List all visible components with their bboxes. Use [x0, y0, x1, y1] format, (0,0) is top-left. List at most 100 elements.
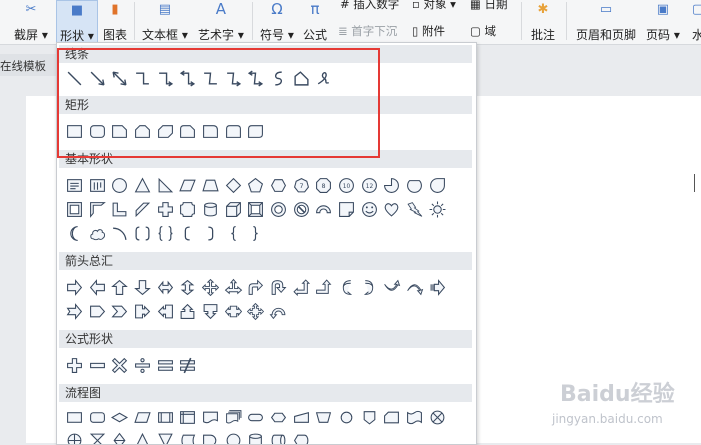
shape-up-arrow-callout[interactable]: [176, 300, 199, 322]
shape-elbow-arrow[interactable]: [154, 67, 177, 89]
shape-left-bracket[interactable]: [176, 222, 199, 244]
shape-moon[interactable]: [63, 222, 86, 244]
shape-double-arrow[interactable]: [108, 67, 131, 89]
symbol-button[interactable]: Ω 符号 ▾: [260, 0, 294, 44]
shape-flowchart-summing-junction[interactable]: [426, 406, 449, 428]
screenshot-button[interactable]: ✂ 截屏 ▾: [14, 0, 48, 44]
shape-right-triangle[interactable]: [154, 174, 177, 196]
shape-flowchart-internal-storage[interactable]: [176, 406, 199, 428]
shape-line[interactable]: [63, 67, 86, 89]
shape-round-corner-rectangle[interactable]: [199, 120, 222, 142]
shape-left-arrow-callout[interactable]: [154, 300, 177, 322]
shape-freeform[interactable]: [290, 67, 313, 89]
shape-round-diagonal-rectangle[interactable]: [245, 120, 268, 142]
shape-hexagon[interactable]: [267, 174, 290, 196]
shape-flowchart-data[interactable]: [131, 406, 154, 428]
shape-up-down-arrow[interactable]: [176, 276, 199, 298]
shape-textbox[interactable]: [63, 174, 86, 196]
field-button[interactable]: ▢ 域: [470, 23, 496, 39]
shape-rectangle[interactable]: [63, 120, 86, 142]
shape-quad-arrow-callout[interactable]: [245, 300, 268, 322]
shape-u-turn-arrow[interactable]: [267, 276, 290, 298]
formula-button[interactable]: π 公式: [303, 0, 327, 44]
shape-multiply[interactable]: [108, 354, 131, 376]
shape-flowchart-process[interactable]: [63, 406, 86, 428]
shape-circular-arrow[interactable]: [267, 300, 290, 322]
shape-curved-double-arrow[interactable]: [245, 67, 268, 89]
shape-half-frame[interactable]: [86, 198, 109, 220]
shape-flowchart-offpage-connector[interactable]: [358, 406, 381, 428]
dropcap-button[interactable]: ≣ 首字下沉: [338, 23, 397, 39]
shape-rounded-rectangle[interactable]: [86, 120, 109, 142]
shape-block-arc[interactable]: [313, 198, 336, 220]
shape-teardrop[interactable]: [426, 174, 449, 196]
online-template-tab[interactable]: 在线模板: [0, 54, 56, 76]
shape-parallelogram[interactable]: [176, 174, 199, 196]
shape-up-arrow[interactable]: [108, 276, 131, 298]
page-number-button[interactable]: ▣ 页码 ▾: [646, 0, 680, 44]
date-button[interactable]: ▦ 日期: [470, 0, 508, 12]
shape-arc[interactable]: [108, 222, 131, 244]
shape-flowchart-decision[interactable]: [108, 406, 131, 428]
shape-l-shape[interactable]: [108, 198, 131, 220]
shape-snip-same-side-rectangle[interactable]: [131, 120, 154, 142]
shape-trapezoid[interactable]: [199, 174, 222, 196]
shape-striped-right-arrow[interactable]: [426, 276, 449, 298]
shape-can[interactable]: [199, 198, 222, 220]
shape-curved-up-arrow[interactable]: [381, 276, 404, 298]
shape-right-bracket[interactable]: [199, 222, 222, 244]
shape-sun[interactable]: [426, 198, 449, 220]
shape-pentagon[interactable]: [245, 174, 268, 196]
shape-flowchart-terminator[interactable]: [245, 406, 268, 428]
shape-equal[interactable]: [154, 354, 177, 376]
shape-chord[interactable]: [403, 174, 426, 196]
shape-pie[interactable]: [381, 174, 404, 196]
shape-quad-arrow[interactable]: [199, 276, 222, 298]
shape-round-same-side-rectangle[interactable]: [222, 120, 245, 142]
shape-right-arrow-callout[interactable]: [131, 300, 154, 322]
shape-diagonal-stripe[interactable]: [131, 198, 154, 220]
shape-curved-connector[interactable]: [199, 67, 222, 89]
shape-dodecagon[interactable]: 12: [358, 174, 381, 196]
shape-button[interactable]: ■ 形状 ▾: [56, 0, 98, 44]
shape-cube[interactable]: [222, 198, 245, 220]
shape-flowchart-document[interactable]: [199, 406, 222, 428]
shape-flowchart-card[interactable]: [381, 406, 404, 428]
shape-snip-corner-rectangle[interactable]: [108, 120, 131, 142]
shape-left-brace[interactable]: [222, 222, 245, 244]
shape-cross[interactable]: [154, 198, 177, 220]
shape-bent-arrow[interactable]: [245, 276, 268, 298]
shape-diamond[interactable]: [222, 174, 245, 196]
shape-donut[interactable]: [267, 198, 290, 220]
shape-frame[interactable]: [63, 198, 86, 220]
shape-snip-diagonal-rectangle[interactable]: [154, 120, 177, 142]
shape-cloud[interactable]: [86, 222, 109, 244]
textbox-button[interactable]: ▤ 文本框 ▾: [142, 0, 188, 44]
shape-flowchart-manual-operation[interactable]: [313, 406, 336, 428]
shape-octagon[interactable]: 8: [313, 174, 336, 196]
shape-left-right-arrow-callout[interactable]: [222, 300, 245, 322]
shape-plus[interactable]: [63, 354, 86, 376]
shape-folded-corner[interactable]: [335, 198, 358, 220]
shape-plaque[interactable]: [176, 198, 199, 220]
shape-arrow[interactable]: [86, 67, 109, 89]
shape-double-bracket[interactable]: [131, 222, 154, 244]
shape-flowchart-punched-tape[interactable]: [403, 406, 426, 428]
shape-pentagon-arrow[interactable]: [86, 300, 109, 322]
shape-minus[interactable]: [86, 354, 109, 376]
attachment-button[interactable]: ▯ 附件: [412, 23, 445, 39]
object-button[interactable]: ▫ 对象 ▾: [412, 0, 456, 12]
shape-double-brace[interactable]: [154, 222, 177, 244]
shape-notched-right-arrow[interactable]: [63, 300, 86, 322]
shape-divide[interactable]: [131, 354, 154, 376]
shape-triangle[interactable]: [131, 174, 154, 196]
shape-no-symbol[interactable]: [290, 198, 313, 220]
shape-curved-left-arrow[interactable]: [358, 276, 381, 298]
shape-curved-down-arrow[interactable]: [403, 276, 426, 298]
shape-decagon[interactable]: 10: [335, 174, 358, 196]
shape-left-right-arrow[interactable]: [154, 276, 177, 298]
shape-flowchart-connector[interactable]: [335, 406, 358, 428]
shape-right-arrow[interactable]: [63, 276, 86, 298]
shape-curved-arrow[interactable]: [222, 67, 245, 89]
wordart-button[interactable]: A 艺术字 ▾: [198, 0, 244, 44]
